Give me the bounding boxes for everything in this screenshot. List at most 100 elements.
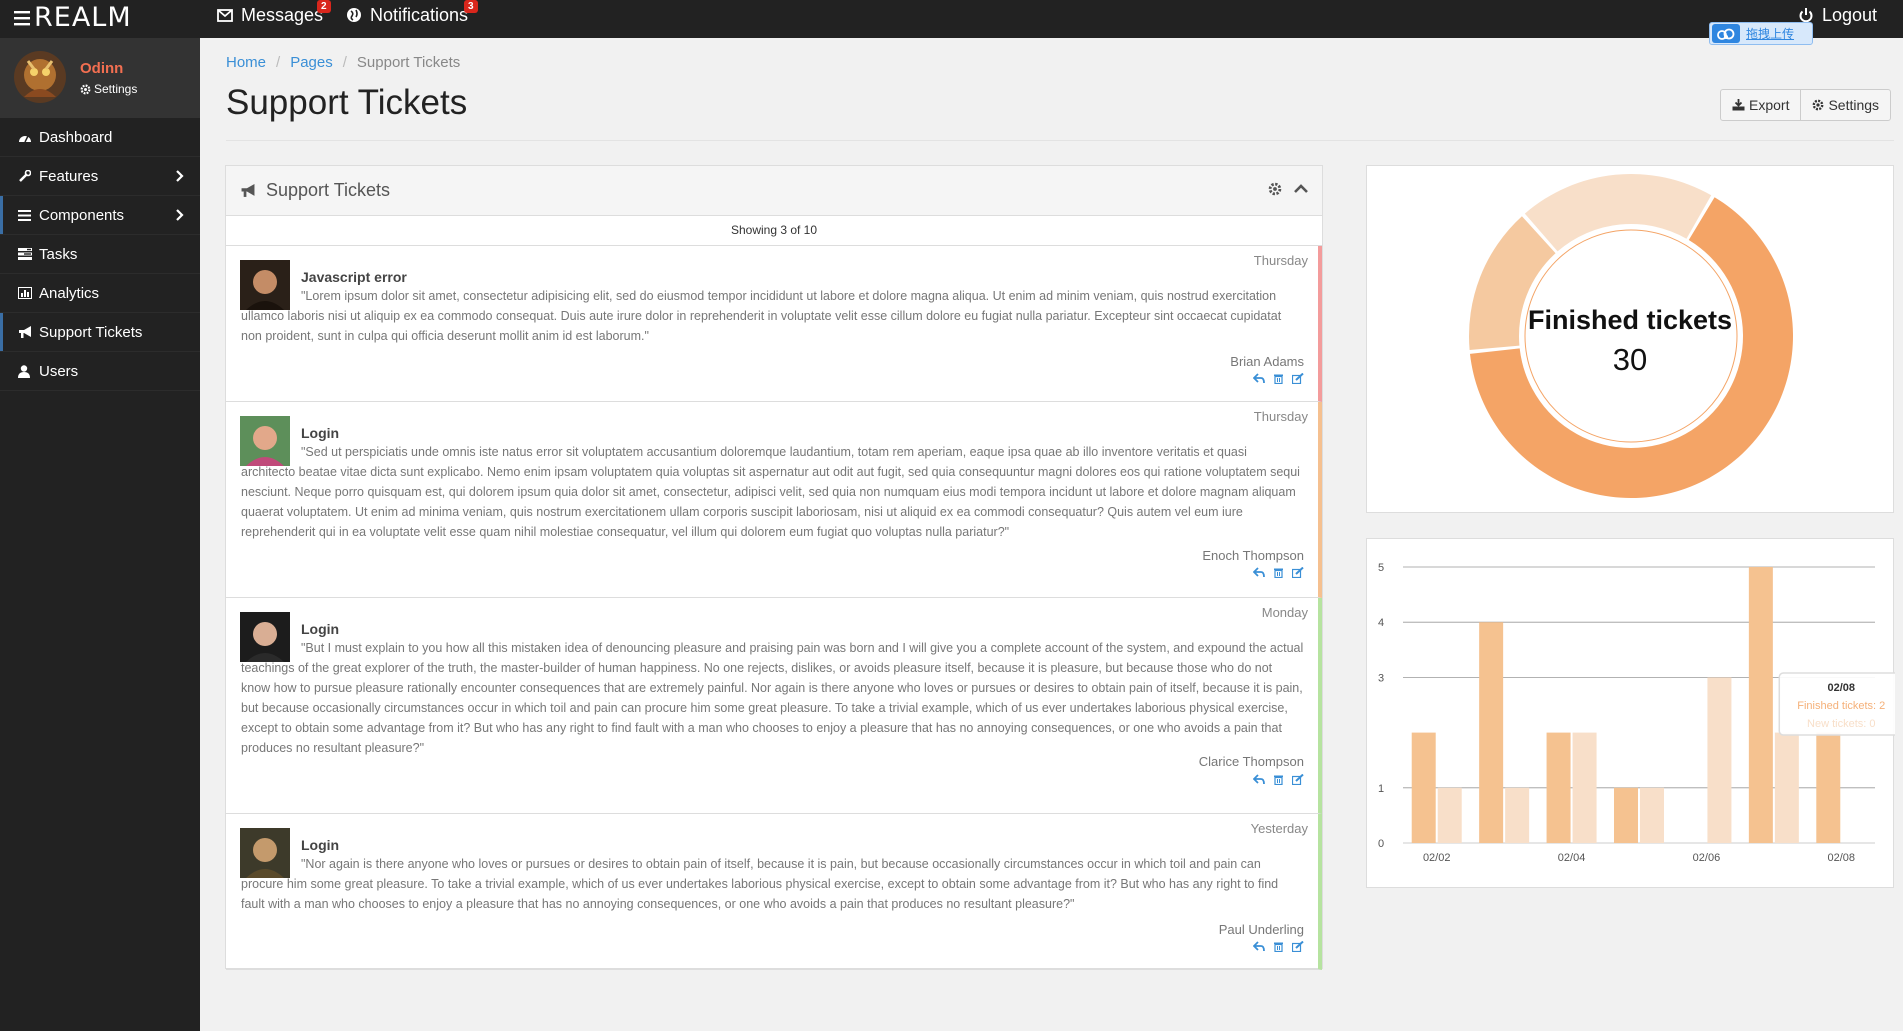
trash-icon[interactable] bbox=[1273, 941, 1284, 952]
messages-label: Messages bbox=[241, 4, 324, 25]
sidebar-item-users[interactable]: Users bbox=[0, 352, 200, 391]
breadcrumb-current: Support Tickets bbox=[356, 54, 461, 71]
sidebar-item-components[interactable]: Components bbox=[0, 196, 200, 235]
ticket-item[interactable]: Thursday Login "Sed ut perspiciatis unde o… bbox=[226, 402, 1322, 598]
edit-icon[interactable] bbox=[1292, 774, 1304, 785]
user-settings-link[interactable]: Settings bbox=[80, 82, 137, 96]
bar-finished[interactable] bbox=[1479, 622, 1504, 843]
bar-finished[interactable] bbox=[1546, 732, 1571, 843]
bar-chart: 0 1 3 4 5 02/02 02/04 02/06 02/08 02/08 Finished t… bbox=[1378, 562, 1895, 864]
donut-center bbox=[1524, 229, 1738, 443]
sidebar-item-analytics[interactable]: Analytics bbox=[0, 274, 200, 313]
breadcrumb: Home / Pages / Support Tickets bbox=[226, 54, 461, 71]
ticket-body: "Sed ut perspiciatis unde omnis iste nat… bbox=[241, 445, 1300, 539]
sidebar-item-label: Users bbox=[39, 362, 79, 380]
panel-tools bbox=[1268, 182, 1308, 196]
bar-new[interactable] bbox=[1707, 677, 1732, 843]
bar-new[interactable] bbox=[1640, 787, 1664, 843]
support-tickets-panel: Support Tickets Showing 3 of 10 Thursday… bbox=[225, 165, 1323, 970]
edit-icon[interactable] bbox=[1292, 567, 1304, 578]
sidebar-item-label: Features bbox=[39, 167, 99, 185]
ticket-author: Paul Underling bbox=[1218, 922, 1304, 937]
ticket-day: Thursday bbox=[1253, 253, 1308, 268]
showing-count: Showing 3 of 10 bbox=[226, 216, 1322, 246]
gear-icon[interactable] bbox=[1268, 182, 1282, 196]
download-icon bbox=[1732, 99, 1745, 111]
panel-header: Support Tickets bbox=[226, 166, 1322, 216]
trash-icon[interactable] bbox=[1273, 774, 1284, 785]
sidebar-item-features[interactable]: Features bbox=[0, 157, 200, 196]
sidebar-item-tasks[interactable]: Tasks bbox=[0, 235, 200, 274]
bar-finished[interactable] bbox=[1816, 732, 1841, 843]
settings-label: Settings bbox=[1828, 97, 1880, 113]
bar-finished[interactable] bbox=[1411, 732, 1436, 843]
sidebar-item-support-tickets[interactable]: Support Tickets bbox=[0, 313, 200, 352]
sidebar-item-label: Tasks bbox=[39, 245, 78, 263]
x-tick-label: 02/02 bbox=[1423, 852, 1451, 864]
finished-tickets-donut-card: Finished tickets 30 bbox=[1366, 165, 1894, 513]
tooltip-line-finished: Finished tickets: 2 bbox=[1797, 700, 1885, 712]
messages-link[interactable]: Messages 2 bbox=[217, 0, 331, 30]
sidebar-item-dashboard[interactable]: Dashboard bbox=[0, 118, 200, 157]
user-name[interactable]: Odinn bbox=[80, 60, 123, 77]
x-tick-label: 02/04 bbox=[1558, 852, 1586, 864]
brand-logo[interactable]: REALM bbox=[14, 3, 132, 33]
tooltip-title: 02/08 bbox=[1828, 682, 1856, 694]
reply-icon[interactable] bbox=[1253, 373, 1265, 384]
bar-new[interactable] bbox=[1437, 787, 1462, 843]
sidebar-item-label: Analytics bbox=[39, 284, 100, 302]
sidebar-item-label: Dashboard bbox=[39, 128, 113, 146]
reply-icon[interactable] bbox=[1253, 567, 1265, 578]
trash-icon[interactable] bbox=[1273, 567, 1284, 578]
bar-new[interactable] bbox=[1572, 732, 1597, 843]
breadcrumb-home[interactable]: Home bbox=[226, 54, 266, 71]
cloud-icon bbox=[1712, 24, 1740, 43]
y-tick-label: 5 bbox=[1378, 562, 1384, 574]
globe-icon bbox=[347, 8, 361, 22]
notifications-link[interactable]: Notifications 3 bbox=[346, 0, 478, 30]
gear-icon bbox=[1813, 99, 1824, 111]
avatar[interactable] bbox=[14, 51, 66, 103]
ticket-list: Thursday Javascript error "Lorem ipsum dol… bbox=[226, 246, 1322, 970]
chevron-right-icon bbox=[176, 209, 184, 221]
y-tick-label: 3 bbox=[1378, 672, 1384, 684]
bar-new[interactable] bbox=[1774, 732, 1799, 843]
bar-finished[interactable] bbox=[1614, 787, 1638, 843]
settings-button[interactable]: Settings bbox=[1800, 90, 1890, 120]
ticket-actions bbox=[1253, 774, 1304, 785]
breadcrumb-pages[interactable]: Pages bbox=[290, 54, 333, 71]
power-icon bbox=[1799, 8, 1813, 23]
reply-icon[interactable] bbox=[1253, 941, 1265, 952]
edit-icon[interactable] bbox=[1292, 941, 1304, 952]
donut-chart bbox=[1469, 174, 1793, 499]
user-icon bbox=[18, 364, 35, 378]
tickets-bar-chart-card: 0 1 3 4 5 02/02 02/04 02/06 02/08 02/08 Finished t… bbox=[1366, 538, 1895, 888]
ticket-actions bbox=[1253, 941, 1304, 952]
top-navbar: REALM Messages 2 Notifications 3 Logout bbox=[0, 0, 1903, 38]
ticket-subject[interactable]: Javascript error bbox=[301, 269, 407, 285]
ticket-subject[interactable]: Login bbox=[301, 425, 339, 441]
ticket-day: Thursday bbox=[1253, 409, 1308, 424]
donut-center-title: Finished tickets bbox=[1527, 305, 1733, 335]
notifications-label: Notifications bbox=[370, 4, 469, 25]
ticket-author: Clarice Thompson bbox=[1198, 754, 1304, 769]
trash-icon[interactable] bbox=[1273, 373, 1284, 384]
ticket-item[interactable]: Yesterday Login "Nor again is there anyone… bbox=[226, 814, 1322, 970]
ticket-actions bbox=[1253, 373, 1304, 384]
bullhorn-icon bbox=[18, 325, 35, 339]
reply-icon[interactable] bbox=[1253, 774, 1265, 785]
ticket-body: "But I must explain to you how all this … bbox=[241, 641, 1304, 755]
bar-new[interactable] bbox=[1505, 787, 1530, 843]
ticket-subject[interactable]: Login bbox=[301, 621, 339, 637]
edit-icon[interactable] bbox=[1292, 373, 1304, 384]
ticket-body: "Nor again is there anyone who loves or … bbox=[241, 857, 1279, 911]
upload-chip[interactable]: 拖拽上传 bbox=[1709, 22, 1813, 45]
x-tick-label: 02/08 bbox=[1828, 852, 1856, 864]
chevron-up-icon[interactable] bbox=[1294, 182, 1308, 196]
bar-finished[interactable] bbox=[1748, 567, 1773, 843]
export-button[interactable]: Export bbox=[1721, 90, 1800, 120]
dashboard-icon bbox=[18, 130, 35, 144]
ticket-item[interactable]: Monday Login "But I must explain to you ho… bbox=[226, 598, 1322, 814]
ticket-item[interactable]: Thursday Javascript error "Lorem ipsum dol… bbox=[226, 246, 1322, 402]
ticket-subject[interactable]: Login bbox=[301, 837, 339, 853]
